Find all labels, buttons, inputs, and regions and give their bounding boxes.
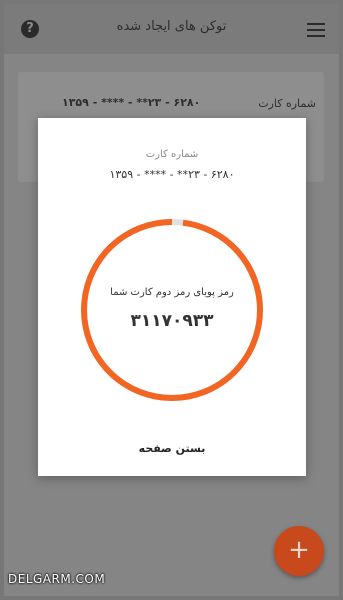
countdown-ring (81, 219, 263, 401)
card-number-label: شماره کارت (258, 97, 316, 110)
card-number: ۶۲۸۰ - ۲۳** - **** - ۱۳۵۹ (62, 96, 201, 109)
dialog-card-label: شماره کارت (145, 149, 199, 160)
screenshot-frame: ? توکن های ایجاد شده شماره کارت ۶۲۸۰ - ۲… (0, 0, 343, 600)
watermark: DELGARM.COM (8, 572, 106, 586)
plus-icon: + (288, 535, 310, 565)
dynamic-password-code: ۳۱۱۷۰۹۳۳ (130, 311, 214, 331)
token-dialog: شماره کارت ۶۲۸۰ - ۲۳** - **** - ۱۳۵۹ رمز… (38, 118, 306, 476)
add-token-button[interactable]: + (274, 526, 324, 576)
dynamic-password-label: رمز پویای رمز دوم کارت شما (110, 287, 234, 298)
app-bar: ? توکن های ایجاد شده (4, 4, 339, 54)
dialog-card-number: ۶۲۸۰ - ۲۳** - **** - ۱۳۵۹ (109, 168, 235, 181)
menu-icon[interactable] (307, 23, 325, 41)
ring-progress (81, 219, 263, 401)
close-page-button[interactable]: بستن صفحه (38, 442, 306, 455)
page-title: توکن های ایجاد شده (116, 19, 227, 34)
